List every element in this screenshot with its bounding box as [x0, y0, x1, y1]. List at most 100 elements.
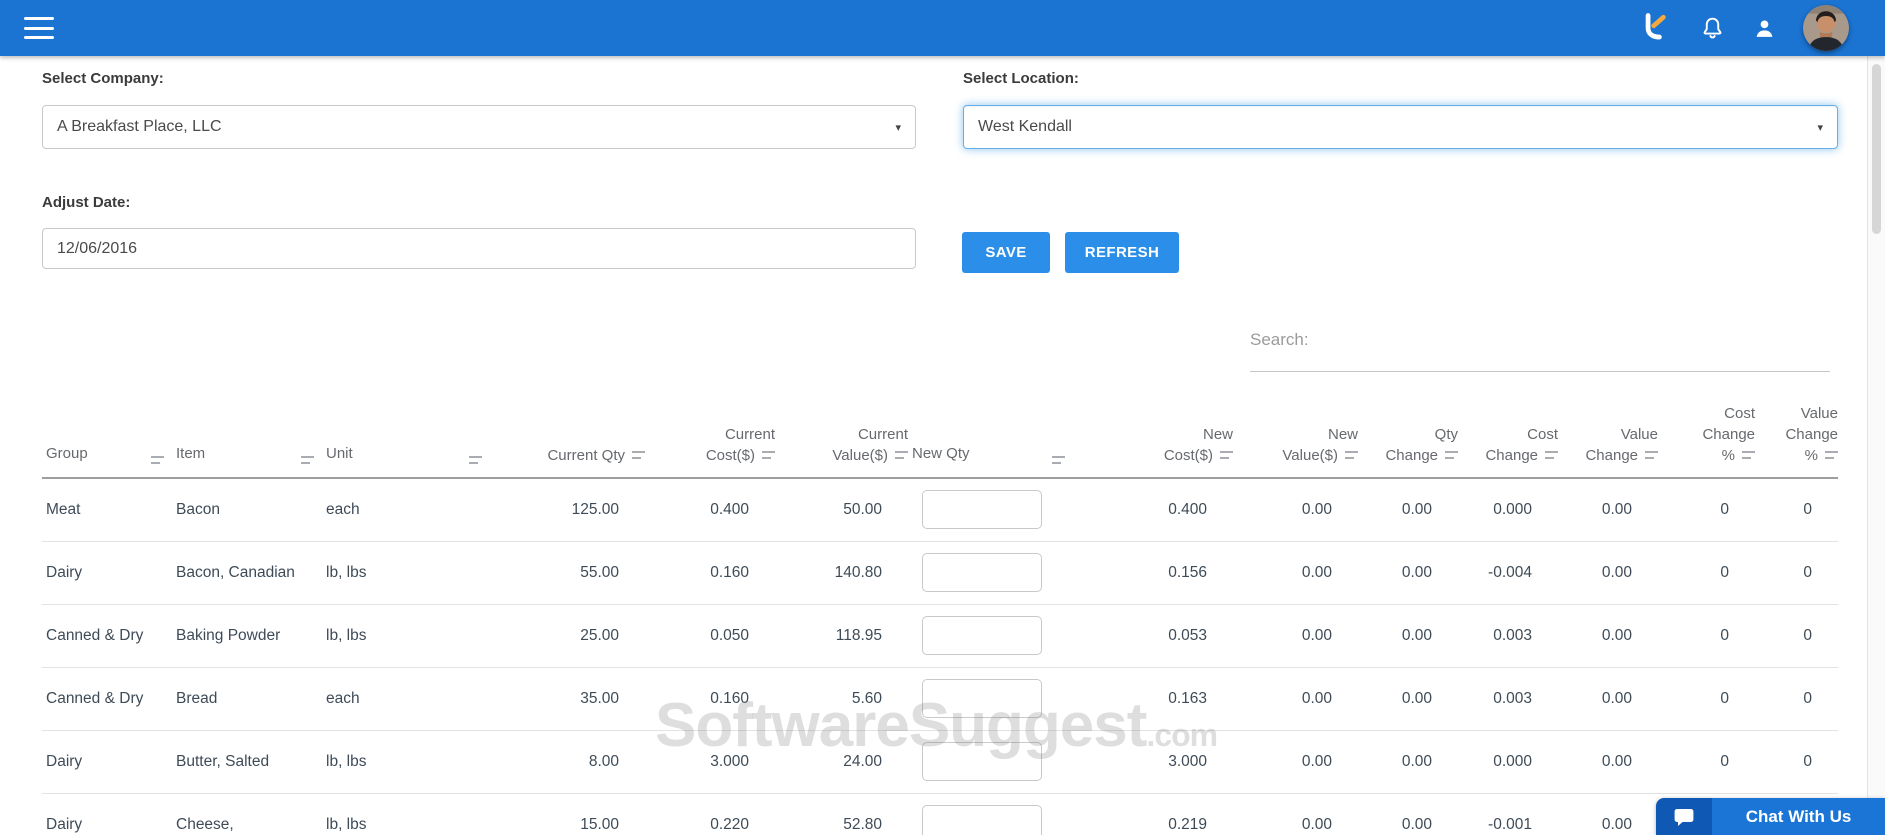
col-header-value-change[interactable]: Value Change	[1558, 396, 1658, 479]
chevron-down-icon: ▾	[1817, 121, 1823, 134]
table-row: Dairy Bacon, Canadian lb, lbs 55.00 0.160 140…	[42, 541, 1838, 604]
new-qty-input[interactable]	[922, 553, 1042, 592]
inventory-table: Group Item Unit Current Qty Current Cost…	[42, 396, 1838, 835]
sort-icon[interactable]	[469, 455, 482, 464]
col-header-value-change-pct[interactable]: Value Change %	[1755, 396, 1838, 479]
table-row: Canned & Dry Bread each 35.00 0.160 5.60 0.163…	[42, 667, 1838, 730]
cell-group: Canned & Dry	[46, 689, 144, 707]
cell-value-change: 0.00	[1601, 752, 1632, 770]
col-header-current-value[interactable]: Current Value($)	[775, 396, 908, 479]
person-icon[interactable]	[1752, 16, 1777, 41]
col-header-group[interactable]: Group	[42, 396, 172, 479]
sort-icon[interactable]	[1645, 450, 1658, 459]
sort-icon[interactable]	[1825, 450, 1838, 459]
cell-cost-change-pct: 0	[1720, 752, 1729, 770]
sort-icon[interactable]	[1345, 450, 1358, 459]
col-header-cost-change[interactable]: Cost Change	[1458, 396, 1558, 479]
cell-current-cost: 0.050	[710, 626, 749, 644]
vertical-scrollbar[interactable]	[1867, 56, 1885, 835]
col-header-qty-change[interactable]: Qty Change	[1358, 396, 1458, 479]
col-header-current-cost[interactable]: Current Cost($)	[645, 396, 775, 479]
k-logo-icon[interactable]	[1639, 11, 1673, 45]
sort-icon[interactable]	[301, 455, 314, 464]
scrollbar-thumb[interactable]	[1872, 64, 1881, 234]
sort-icon[interactable]	[1545, 450, 1558, 459]
sort-icon[interactable]	[1220, 450, 1233, 459]
cell-current-value: 140.80	[834, 563, 882, 581]
cell-current-value: 24.00	[843, 752, 882, 770]
cell-current-value: 50.00	[843, 500, 882, 518]
sort-icon[interactable]	[762, 450, 775, 459]
col-header-item[interactable]: Item	[172, 396, 322, 479]
sort-icon[interactable]	[1445, 450, 1458, 459]
adjust-date-input[interactable]	[42, 228, 916, 269]
cell-value-change: 0.00	[1601, 689, 1632, 707]
cell-value-change: 0.00	[1601, 563, 1632, 581]
cell-group: Dairy	[46, 815, 83, 833]
cell-new-qty	[908, 478, 1103, 541]
sort-icon[interactable]	[895, 450, 908, 459]
col-header-new-cost[interactable]: New Cost($)	[1103, 396, 1233, 479]
sort-icon[interactable]	[151, 455, 164, 464]
cell-qty-change: 0.00	[1401, 752, 1432, 770]
cell-new-qty	[908, 604, 1103, 667]
cell-current-cost: 3.000	[710, 752, 749, 770]
company-select-value: A Breakfast Place, LLC	[57, 118, 222, 135]
cell-item: Butter, Salted	[176, 752, 270, 770]
new-qty-input[interactable]	[922, 616, 1042, 655]
sort-icon[interactable]	[1052, 455, 1065, 464]
location-select[interactable]: West Kendall ▾	[963, 105, 1838, 149]
cell-new-value: 0.00	[1301, 563, 1332, 581]
cell-current-cost: 0.160	[710, 689, 749, 707]
search-field: Search:	[1250, 327, 1830, 372]
new-qty-input[interactable]	[922, 742, 1042, 781]
search-input[interactable]	[1308, 327, 1830, 365]
cell-current-qty: 8.00	[588, 752, 619, 770]
cell-new-qty	[908, 541, 1103, 604]
cell-new-value: 0.00	[1301, 626, 1332, 644]
table-row: Dairy Cheese, lb, lbs 15.00 0.220 52.80 0.219 0…	[42, 793, 1838, 835]
cell-cost-change-pct: 0	[1720, 626, 1729, 644]
cell-cost-change-pct: 0	[1720, 689, 1729, 707]
cell-new-qty	[908, 667, 1103, 730]
col-header-current-qty[interactable]: Current Qty	[490, 396, 645, 479]
select-company-label: Select Company:	[42, 70, 164, 87]
new-qty-input[interactable]	[922, 490, 1042, 530]
sort-icon[interactable]	[1742, 450, 1755, 459]
cell-value-change-pct: 0	[1803, 752, 1812, 770]
cell-group: Dairy	[46, 563, 83, 581]
cell-unit: lb, lbs	[326, 563, 367, 581]
cell-qty-change: 0.00	[1401, 689, 1432, 707]
select-location-label: Select Location:	[963, 70, 1079, 87]
adjust-date-label: Adjust Date:	[42, 194, 131, 211]
cell-item: Bacon, Canadian	[176, 563, 295, 581]
table-row: Canned & Dry Baking Powder lb, lbs 25.00 0.0…	[42, 604, 1838, 667]
cell-new-cost: 0.219	[1168, 815, 1207, 833]
col-header-new-qty[interactable]: New Qty	[908, 396, 1103, 479]
col-header-unit[interactable]: Unit	[322, 396, 490, 479]
cell-new-cost: 0.163	[1168, 689, 1207, 707]
new-qty-input[interactable]	[922, 679, 1042, 718]
cell-unit: lb, lbs	[326, 752, 367, 770]
cell-cost-change: 0.000	[1493, 752, 1532, 770]
cell-cost-change: -0.001	[1488, 815, 1532, 833]
cell-current-cost: 0.400	[710, 500, 749, 518]
user-avatar[interactable]	[1803, 5, 1849, 51]
cell-new-qty	[908, 730, 1103, 793]
cell-current-value: 52.80	[843, 815, 882, 833]
refresh-button[interactable]: REFRESH	[1065, 232, 1179, 273]
save-button[interactable]: SAVE	[962, 232, 1050, 273]
cell-unit: lb, lbs	[326, 815, 367, 833]
cell-item: Baking Powder	[176, 626, 281, 644]
new-qty-input[interactable]	[922, 805, 1042, 835]
cell-current-value: 118.95	[835, 626, 882, 644]
sort-icon[interactable]	[632, 450, 645, 459]
company-select[interactable]: A Breakfast Place, LLC ▾	[42, 105, 916, 149]
col-header-cost-change-pct[interactable]: Cost Change %	[1658, 396, 1755, 479]
bell-icon[interactable]	[1699, 15, 1726, 42]
hamburger-menu-icon[interactable]	[24, 15, 58, 41]
chat-with-us-button[interactable]: Chat With Us	[1656, 798, 1885, 835]
cell-new-cost: 0.156	[1168, 563, 1207, 581]
col-header-new-value[interactable]: New Value($)	[1233, 396, 1358, 479]
cell-group: Canned & Dry	[46, 626, 144, 644]
